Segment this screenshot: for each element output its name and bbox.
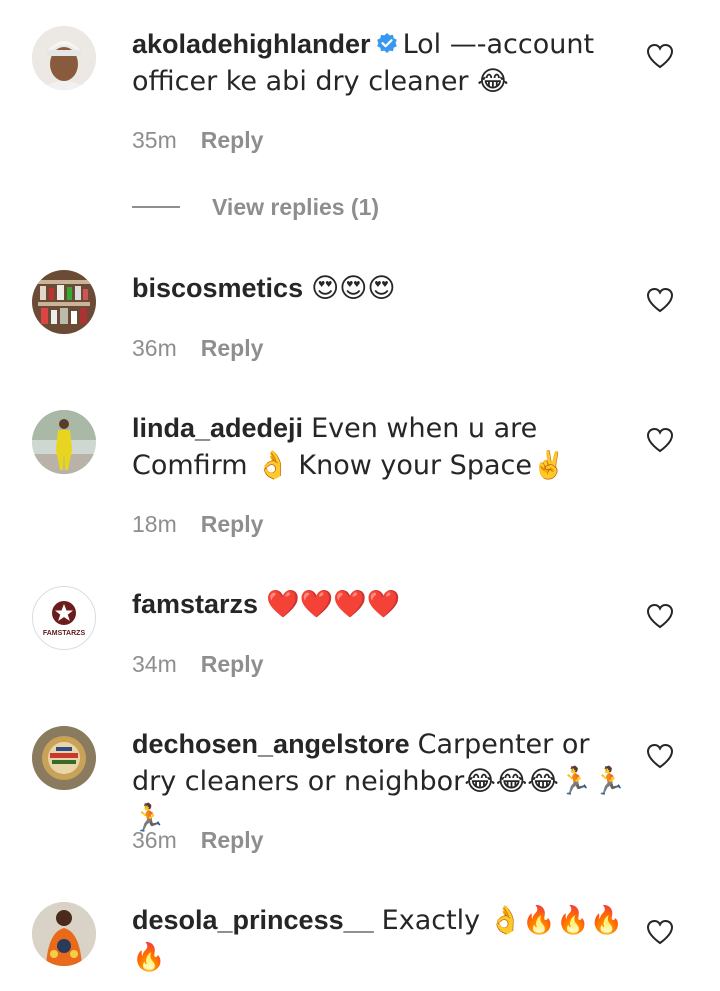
woman-yellow-outfit-avatar-icon bbox=[32, 410, 96, 474]
view-replies-divider bbox=[132, 206, 180, 208]
avatar[interactable] bbox=[32, 726, 96, 790]
view-replies-label: View replies (1) bbox=[212, 193, 380, 220]
comment-text: 😍😍😍 bbox=[311, 273, 396, 304]
avatar[interactable] bbox=[32, 270, 96, 334]
comment-text-block: akoladehighlander Lol —-account officer k… bbox=[132, 26, 627, 100]
comment-meta: 34m Reply bbox=[132, 651, 263, 678]
comment-username[interactable]: linda_adedeji bbox=[132, 413, 303, 443]
reply-button[interactable]: Reply bbox=[201, 335, 264, 361]
store-logo-avatar-icon bbox=[32, 726, 96, 790]
comment-text-block: dechosen_angelstore Carpenter or dry clea… bbox=[132, 726, 627, 837]
comment-username[interactable]: famstarzs bbox=[132, 589, 258, 619]
view-replies-button[interactable]: View replies (1) bbox=[132, 193, 379, 221]
like-heart-icon[interactable] bbox=[646, 427, 674, 453]
avatar[interactable]: FAMSTARZS bbox=[32, 586, 96, 650]
comment-timestamp: 18m bbox=[132, 511, 177, 537]
comment-timestamp: 36m bbox=[132, 827, 177, 853]
comment-username[interactable]: biscosmetics bbox=[132, 273, 303, 303]
comment-username[interactable]: desola_princess__ bbox=[132, 905, 374, 935]
reply-button[interactable]: Reply bbox=[201, 827, 264, 853]
comment-text-block: linda_adedeji Even when u are Comfirm 👌 K… bbox=[132, 410, 627, 484]
avatar-logo-text: FAMSTARZS bbox=[43, 630, 86, 637]
comment-username[interactable]: dechosen_angelstore bbox=[132, 729, 410, 759]
famstarzs-logo-avatar-icon: FAMSTARZS bbox=[33, 587, 95, 649]
comment-meta: 36m Reply bbox=[132, 335, 263, 362]
like-heart-icon[interactable] bbox=[646, 603, 674, 629]
like-heart-icon[interactable] bbox=[646, 919, 674, 945]
like-heart-icon[interactable] bbox=[646, 43, 674, 69]
cosmetics-shelf-avatar-icon bbox=[32, 270, 96, 334]
reply-button[interactable]: Reply bbox=[201, 511, 264, 537]
comment-text-block: famstarzs ❤️❤️❤️❤️ bbox=[132, 586, 627, 623]
person-with-cap-avatar-icon bbox=[32, 26, 96, 90]
like-heart-icon[interactable] bbox=[646, 287, 674, 313]
comment-text-block: biscosmetics 😍😍😍 bbox=[132, 270, 627, 307]
comment-timestamp: 35m bbox=[132, 127, 177, 153]
woman-orange-dress-avatar-icon bbox=[32, 902, 96, 966]
verified-badge-icon bbox=[376, 33, 397, 53]
avatar[interactable] bbox=[32, 26, 96, 90]
comment-meta: 18m Reply bbox=[132, 511, 263, 538]
like-heart-icon[interactable] bbox=[646, 743, 674, 769]
comment-text: ❤️❤️❤️❤️ bbox=[266, 589, 401, 620]
reply-button[interactable]: Reply bbox=[201, 651, 264, 677]
comment-text-block: desola_princess__ Exactly 👌🔥🔥🔥🔥 bbox=[132, 902, 627, 976]
comment-meta: 36m Reply bbox=[132, 827, 263, 854]
avatar[interactable] bbox=[32, 902, 96, 966]
comment-timestamp: 34m bbox=[132, 651, 177, 677]
comment-timestamp: 36m bbox=[132, 335, 177, 361]
avatar[interactable] bbox=[32, 410, 96, 474]
reply-button[interactable]: Reply bbox=[201, 127, 264, 153]
comment-meta: 35m Reply bbox=[132, 127, 263, 154]
comment-username[interactable]: akoladehighlander bbox=[132, 29, 371, 59]
